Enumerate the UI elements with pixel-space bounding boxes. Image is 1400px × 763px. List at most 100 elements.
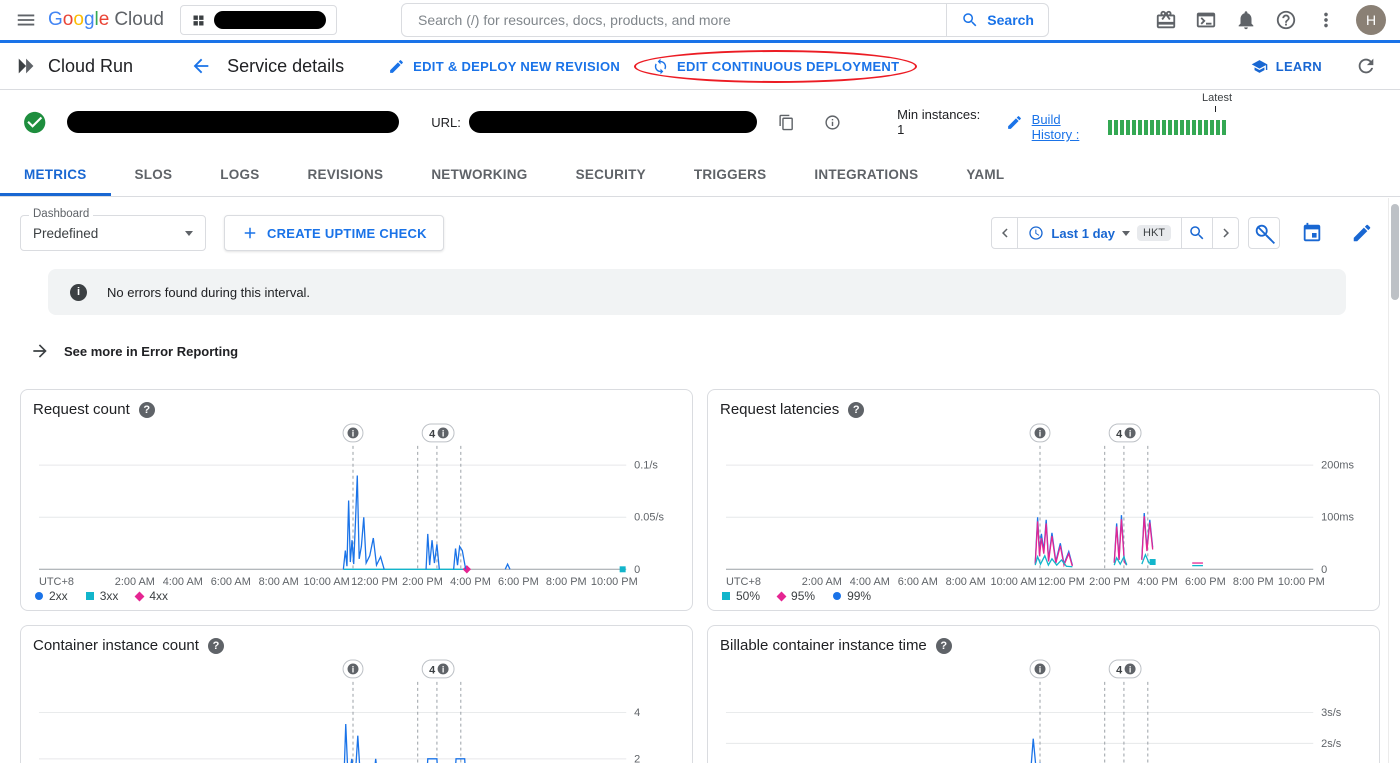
chart-plot[interactable]: 200ms 100ms 0 UTC+8 2:00 AM 4:00 AM 6:00 AM 8:0… xyxy=(720,420,1367,591)
tab-integrations[interactable]: INTEGRATIONS xyxy=(790,154,942,196)
tab-logs[interactable]: LOGS xyxy=(196,154,283,196)
chart-title: Container instance count xyxy=(33,637,199,654)
tab-triggers[interactable]: TRIGGERS xyxy=(670,154,791,196)
svg-text:i: i xyxy=(442,428,444,438)
free-trial-button[interactable] xyxy=(1148,2,1184,38)
tab-networking[interactable]: NETWORKING xyxy=(407,154,551,196)
charts-grid: Request count ? 0.1/s 0.05/s 0 UTC+8 2:00 AM… xyxy=(20,389,1380,763)
banner-message: No errors found during this interval. xyxy=(107,284,311,300)
svg-text:2s/s: 2s/s xyxy=(1321,738,1342,750)
chart-plot[interactable]: 3s/s2s/s1s/sUTC+82:00 AM4:00 AM6:00 AM8:… xyxy=(720,656,1367,763)
dashboard-select-value: Predefined xyxy=(33,225,99,241)
svg-text:2:00 AM: 2:00 AM xyxy=(115,576,155,588)
svg-text:6:00 PM: 6:00 PM xyxy=(498,576,539,588)
legend-swatch xyxy=(776,591,787,602)
time-range-select[interactable]: Last 1 day HKT xyxy=(1017,217,1182,249)
svg-text:4:00 AM: 4:00 AM xyxy=(163,576,203,588)
svg-text:10:00 AM: 10:00 AM xyxy=(991,576,1037,588)
time-range-value: Last 1 day xyxy=(1051,225,1115,241)
svg-text:3s/s: 3s/s xyxy=(1321,707,1342,719)
help-icon[interactable]: ? xyxy=(935,637,952,654)
build-bar xyxy=(1210,119,1215,135)
reset-zoom-button[interactable] xyxy=(1248,217,1280,249)
back-button[interactable] xyxy=(183,48,219,84)
edit-dashboard-button[interactable] xyxy=(1344,215,1380,251)
vertical-scrollbar[interactable] xyxy=(1388,198,1400,763)
edit-min-instances-button[interactable] xyxy=(998,104,1032,140)
legend-item-3xx[interactable]: 3xx xyxy=(85,589,118,603)
google-cloud-logo[interactable]: Google Cloud xyxy=(48,9,164,31)
help-icon[interactable]: ? xyxy=(848,401,865,418)
search-bar: Search xyxy=(400,3,1049,37)
svg-text:4: 4 xyxy=(634,707,640,719)
cloud-shell-button[interactable] xyxy=(1188,2,1224,38)
uptime-button-label: CREATE UPTIME CHECK xyxy=(267,225,427,241)
search-input[interactable] xyxy=(401,12,947,28)
chart-legend: 50% 95% 99% xyxy=(720,589,1367,603)
tab-revisions[interactable]: REVISIONS xyxy=(284,154,408,196)
zoom-in-button[interactable] xyxy=(1181,217,1213,249)
chart-container-instance-count: Container instance count ? 42UTC+82:00 A… xyxy=(20,625,693,763)
search-button[interactable]: Search xyxy=(946,4,1048,36)
tab-security[interactable]: SECURITY xyxy=(552,154,670,196)
help-icon[interactable]: ? xyxy=(207,637,224,654)
dashboard-select[interactable]: Dashboard Predefined xyxy=(20,208,206,251)
time-forward-button[interactable] xyxy=(1212,217,1239,249)
avatar-initial: H xyxy=(1365,12,1377,28)
avatar[interactable]: H xyxy=(1356,5,1386,35)
scrollbar-thumb[interactable] xyxy=(1391,204,1399,300)
search-button-label: Search xyxy=(987,12,1034,28)
build-bar xyxy=(1168,119,1173,135)
legend-item-2xx[interactable]: 2xx xyxy=(35,589,68,603)
tab-metrics[interactable]: METRICS xyxy=(0,154,111,196)
build-bar xyxy=(1138,119,1143,135)
svg-text:UTC+8: UTC+8 xyxy=(726,576,761,588)
build-bar xyxy=(1192,119,1197,135)
tab-yaml[interactable]: YAML xyxy=(942,154,1028,196)
url-info-button[interactable] xyxy=(815,104,849,140)
copy-icon xyxy=(779,114,793,130)
notifications-button[interactable] xyxy=(1228,2,1264,38)
zoom-off-icon xyxy=(1255,224,1275,244)
learn-label: LEARN xyxy=(1275,58,1322,74)
svg-text:6:00 AM: 6:00 AM xyxy=(211,576,251,588)
legend-item-99%[interactable]: 99% xyxy=(833,589,871,603)
edit-continuous-deployment-button[interactable]: EDIT CONTINUOUS DEPLOYMENT xyxy=(652,58,899,75)
learn-button[interactable]: LEARN xyxy=(1251,58,1322,75)
legend-item-50%[interactable]: 50% xyxy=(722,589,760,603)
calendar-button[interactable] xyxy=(1294,215,1330,251)
svg-text:2: 2 xyxy=(634,753,640,763)
help-button[interactable] xyxy=(1268,2,1304,38)
url-label: URL: xyxy=(431,114,461,130)
legend-item-4xx[interactable]: 4xx xyxy=(134,589,168,603)
help-glyph: ? xyxy=(940,639,948,652)
menu-button[interactable] xyxy=(8,2,44,38)
build-bar xyxy=(1216,119,1221,135)
tab-slos[interactable]: SLOS xyxy=(111,154,197,196)
copy-url-button[interactable] xyxy=(769,104,803,140)
refresh-button[interactable] xyxy=(1348,48,1384,84)
build-bar xyxy=(1156,119,1161,135)
chart-legend: 2xx 3xx 4xx xyxy=(33,589,680,603)
chevron-left-icon xyxy=(1001,228,1008,238)
product-name: Cloud Run xyxy=(48,55,134,76)
svg-text:0: 0 xyxy=(634,564,640,576)
create-uptime-check-button[interactable]: CREATE UPTIME CHECK xyxy=(224,215,444,251)
chart-plot[interactable]: 0.1/s 0.05/s 0 UTC+8 2:00 AM 4:00 AM 6:00 AM 8:… xyxy=(33,420,680,591)
svg-text:4:00 PM: 4:00 PM xyxy=(450,576,491,588)
chart-plot[interactable]: 42UTC+82:00 AM4:00 AM6:00 AM8:00 AM10:00… xyxy=(33,656,680,763)
chart-title: Request latencies xyxy=(720,401,840,418)
product-home-link[interactable]: Cloud Run xyxy=(16,55,133,77)
project-selector[interactable] xyxy=(179,5,337,35)
build-history[interactable]: Build History : Latest xyxy=(1032,92,1232,142)
edit-deploy-button[interactable]: EDIT & DEPLOY NEW REVISION xyxy=(388,58,620,75)
error-reporting-link[interactable]: See more in Error Reporting xyxy=(30,341,238,361)
time-back-button[interactable] xyxy=(991,217,1019,249)
more-options-button[interactable] xyxy=(1308,2,1344,38)
redacted-service-url xyxy=(468,111,758,133)
legend-item-95%[interactable]: 95% xyxy=(776,589,815,603)
chart-request-count: Request count ? 0.1/s 0.05/s 0 UTC+8 2:00 AM… xyxy=(20,389,693,611)
build-history-link[interactable]: Build History : xyxy=(1032,112,1100,142)
cloud-logo-word: Cloud xyxy=(114,9,164,30)
help-icon[interactable]: ? xyxy=(138,401,155,418)
